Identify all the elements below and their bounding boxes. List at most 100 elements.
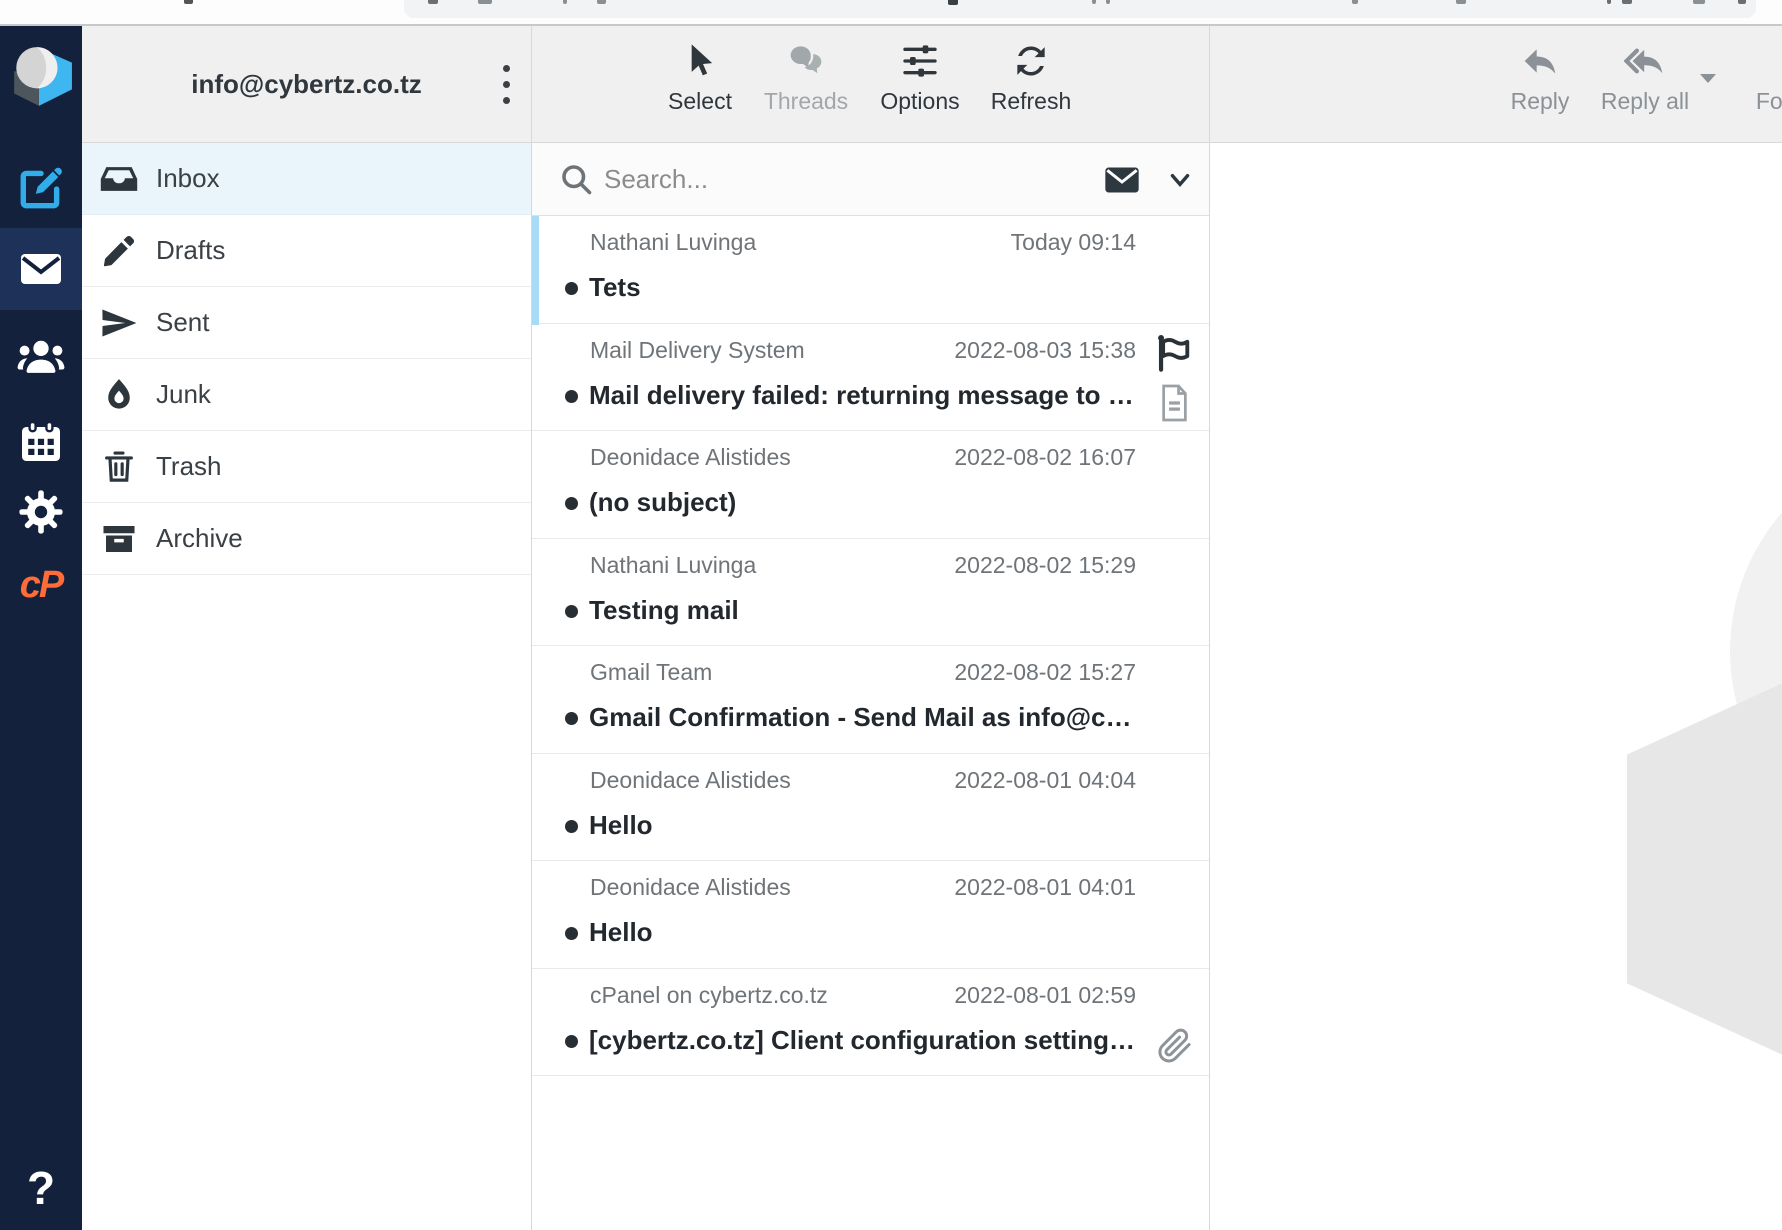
message-sender: cPanel on cybertz.co.tz [590, 982, 828, 1009]
options-button[interactable]: Options [860, 26, 980, 143]
flag-icon[interactable] [1152, 332, 1196, 374]
message-sender: Nathani Luvinga [590, 552, 756, 579]
message-subject: [cybertz.co.tz] Client configuration set… [589, 1025, 1143, 1056]
message-date: 2022-08-03 15:38 [954, 337, 1136, 364]
sidebar-item-settings[interactable] [0, 487, 82, 537]
reading-toolbar: Reply Reply all Forward [1210, 26, 1782, 143]
message-subject: Mail delivery failed: returning message … [589, 380, 1143, 411]
account-email: info@cybertz.co.tz [82, 26, 531, 143]
unread-dot-icon [565, 712, 578, 725]
contacts-icon [14, 329, 68, 383]
help-icon: ? [27, 1161, 55, 1215]
message-row[interactable]: Deonidace Alistides 2022-08-02 16:07 (no… [532, 431, 1209, 539]
browser-icon-fragment [1456, 0, 1466, 4]
calendar-icon [17, 418, 65, 466]
browser-icon-fragment [1693, 0, 1705, 4]
reply-all-icon [1624, 41, 1666, 81]
message-sender: Mail Delivery System [590, 337, 805, 364]
message-date: 2022-08-02 16:07 [954, 444, 1136, 471]
unread-dot-icon [565, 927, 578, 940]
browser-icon-fragment [1622, 0, 1632, 4]
forward-icon [1777, 41, 1782, 81]
threads-button[interactable]: Threads [746, 26, 866, 143]
sidebar-item-cpanel[interactable]: cP [0, 562, 82, 608]
search-input[interactable] [604, 155, 1064, 203]
message-row[interactable]: cPanel on cybertz.co.tz 2022-08-01 02:59… [532, 969, 1209, 1077]
message-subject: Testing mail [589, 595, 1143, 626]
unread-dot-icon [565, 497, 578, 510]
select-button[interactable]: Select [640, 26, 760, 143]
reply-all-menu-caret-icon[interactable] [1696, 68, 1720, 88]
refresh-icon [1011, 41, 1051, 81]
browser-icon-fragment [1607, 0, 1611, 4]
folder-label: Inbox [156, 163, 220, 194]
search-bar [532, 143, 1209, 216]
folder-item-archive[interactable]: Archive [82, 503, 531, 575]
cpanel-icon: cP [20, 564, 62, 607]
compose-button[interactable] [0, 163, 82, 213]
message-subject: Tets [589, 272, 1143, 303]
unread-dot-icon [565, 282, 578, 295]
message-date: 2022-08-01 04:04 [954, 767, 1136, 794]
browser-icon-fragment [428, 0, 438, 4]
mail-icon [17, 245, 65, 293]
folder-label: Trash [156, 451, 222, 482]
report-document-icon [1158, 384, 1191, 422]
message-subject: (no subject) [589, 487, 1143, 518]
folder-label: Archive [156, 523, 243, 554]
reading-pane-body [1210, 144, 1782, 1230]
folder-label: Junk [156, 379, 211, 410]
unread-dot-icon [565, 1035, 578, 1048]
help-button[interactable]: ? [0, 1158, 82, 1218]
browser-icon-fragment [478, 0, 492, 4]
chevron-down-icon[interactable] [1164, 167, 1196, 193]
sidebar-item-calendar[interactable] [0, 417, 82, 467]
gear-icon [17, 488, 65, 536]
folder-item-drafts[interactable]: Drafts [82, 215, 531, 287]
message-row[interactable]: Mail Delivery System 2022-08-03 15:38 Ma… [532, 324, 1209, 432]
message-sender: Gmail Team [590, 659, 712, 686]
message-row[interactable]: Gmail Team 2022-08-02 15:27 Gmail Confir… [532, 646, 1209, 754]
message-row[interactable]: Nathani Luvinga Today 09:14 Tets [532, 216, 1209, 324]
message-date: 2022-08-02 15:27 [954, 659, 1136, 686]
browser-icon-fragment [1352, 0, 1358, 4]
message-subject: Hello [589, 917, 1143, 948]
message-date: 2022-08-01 04:01 [954, 874, 1136, 901]
folder-item-junk[interactable]: Junk [82, 359, 531, 431]
search-icon [558, 161, 594, 197]
flame-icon [100, 376, 138, 414]
reply-button[interactable]: Reply [1485, 26, 1595, 143]
message-row[interactable]: Deonidace Alistides 2022-08-01 04:04 Hel… [532, 754, 1209, 862]
message-subject: Gmail Confirmation - Send Mail as info@c… [589, 702, 1143, 733]
archive-icon [100, 520, 138, 558]
forward-button[interactable]: Forward [1738, 26, 1782, 143]
envelope-icon[interactable] [1100, 160, 1144, 200]
account-header: info@cybertz.co.tz [82, 26, 531, 143]
message-row[interactable]: Deonidace Alistides 2022-08-01 04:01 Hel… [532, 861, 1209, 969]
folder-item-sent[interactable]: Sent [82, 287, 531, 359]
message-list-panel: Select Threads [532, 26, 1210, 1230]
kebab-menu-icon[interactable] [490, 54, 522, 114]
sidebar-item-contacts[interactable] [0, 329, 82, 383]
browser-icon-fragment [1106, 0, 1110, 4]
folder-item-trash[interactable]: Trash [82, 431, 531, 503]
cursor-icon [680, 41, 720, 81]
reply-all-button[interactable]: Reply all [1582, 26, 1708, 143]
watermark-logo-cube [1627, 649, 1782, 1089]
unread-dot-icon [565, 390, 578, 403]
refresh-button[interactable]: Refresh [971, 26, 1091, 143]
message-row[interactable]: Nathani Luvinga 2022-08-02 15:29 Testing… [532, 539, 1209, 647]
sidebar-item-mail[interactable] [0, 228, 82, 310]
trash-icon [100, 448, 138, 486]
paperclip-icon [1157, 1027, 1193, 1065]
browser-address-bar-fragment [404, 0, 1756, 18]
reading-panel: Reply Reply all Forward [1210, 26, 1782, 1230]
taskbar: cP ? [0, 26, 82, 1230]
list-toolbar: Select Threads [532, 26, 1209, 143]
chat-bubbles-icon [786, 41, 826, 81]
message-date: 2022-08-01 02:59 [954, 982, 1136, 1009]
folder-item-inbox[interactable]: Inbox [82, 143, 531, 215]
compose-icon [16, 163, 66, 213]
message-sender: Nathani Luvinga [590, 229, 756, 256]
message-date: 2022-08-02 15:29 [954, 552, 1136, 579]
